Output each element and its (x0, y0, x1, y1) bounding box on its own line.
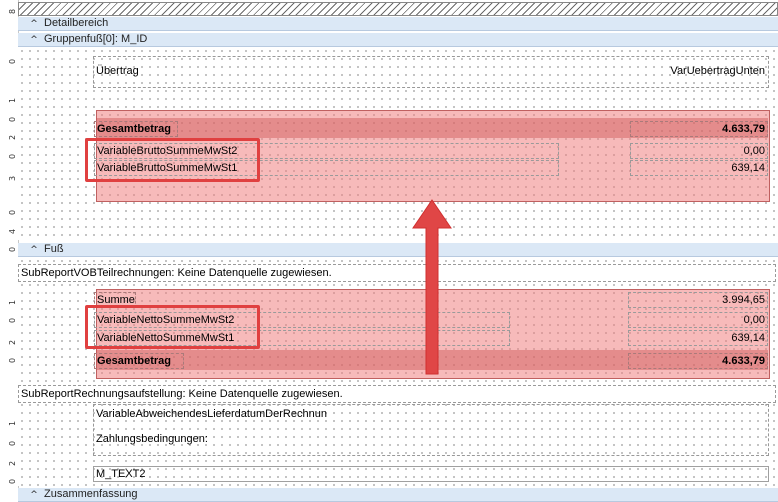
gesamtbetrag-value[interactable]: 4.633,79 (630, 121, 768, 137)
up-arrow-icon (412, 199, 452, 375)
ruler-label: 8 (8, 8, 17, 14)
ruler-label: 1 (8, 299, 17, 305)
ruler-label: 0 (8, 58, 17, 64)
zahlungsbedingungen-field[interactable]: Zahlungsbedingungen: (94, 432, 254, 448)
chevron-up-icon[interactable]: ^ (28, 489, 40, 502)
brutto-mwst1-value[interactable]: 639,14 (630, 160, 768, 176)
summe-value[interactable]: 3.994,65 (628, 292, 768, 308)
ruler-label: 2 (8, 339, 17, 345)
subreport-rechnung[interactable]: SubReportRechnungsaufstellung: Keine Dat… (18, 385, 776, 403)
ruler-label: 0 (8, 153, 17, 159)
uebertrag-label[interactable]: Übertrag (94, 64, 174, 80)
ruler-label: 0 (8, 317, 17, 323)
annotation-box-brutto (85, 138, 260, 182)
subreport-vob[interactable]: SubReportVOBTeilrechnungen: Keine Datenq… (18, 264, 776, 282)
band-detail-label: Detailbereich (44, 17, 109, 29)
annotation-box-netto (85, 305, 260, 349)
ruler-label: 1 (8, 420, 17, 426)
ruler-label: 2 (8, 460, 17, 466)
ruler-label: 0 (8, 478, 17, 484)
gesamtbetrag-label[interactable]: Gesamtbetrag (94, 121, 178, 137)
chevron-up-icon[interactable]: ^ (28, 244, 40, 257)
netto-mwst1-value[interactable]: 639,14 (628, 330, 768, 346)
ruler-label: 0 (8, 440, 17, 446)
band-group-footer-label: Gruppenfuß[0]: M_ID (44, 33, 148, 45)
brutto-mwst2-value[interactable]: 0,00 (630, 143, 768, 159)
vertical-ruler: 8 0 1 0 2 0 3 0 4 0 1 0 2 0 1 0 2 0 (0, 0, 19, 502)
ruler-label: 0 (8, 357, 17, 363)
band-summary-label: Zusammenfassung (44, 488, 138, 500)
ruler-label: 2 (8, 134, 17, 140)
chevron-up-icon[interactable]: ^ (28, 34, 40, 47)
footer-gesamtbetrag-label[interactable]: Gesamtbetrag (94, 353, 184, 369)
band-detail[interactable]: ^ Detailbereich (18, 17, 778, 31)
chevron-up-icon[interactable]: ^ (28, 18, 40, 31)
band-footer-label: Fuß (44, 243, 64, 255)
abweichendes-lieferdatum-field[interactable]: VariableAbweichendesLieferdatumDerRechnu… (94, 407, 364, 423)
ruler-label: 3 (8, 175, 17, 181)
band-summary[interactable]: ^ Zusammenfassung (18, 488, 778, 502)
ruler-label: 0 (8, 246, 17, 252)
ruler-label: 4 (8, 228, 17, 234)
uebertrag-value[interactable]: VarUebertragUnten (655, 64, 767, 80)
netto-mwst2-value[interactable]: 0,00 (628, 312, 768, 328)
page-header-hatch (18, 2, 778, 16)
ruler-label: 0 (8, 209, 17, 215)
band-group-footer[interactable]: ^ Gruppenfuß[0]: M_ID (18, 33, 778, 47)
band-footer[interactable]: ^ Fuß (18, 243, 778, 257)
footer-gesamtbetrag-value[interactable]: 4.633,79 (628, 353, 768, 369)
m-text2-field[interactable]: M_TEXT2 (93, 466, 769, 482)
ruler-label: 0 (8, 116, 17, 122)
ruler-label: 1 (8, 97, 17, 103)
